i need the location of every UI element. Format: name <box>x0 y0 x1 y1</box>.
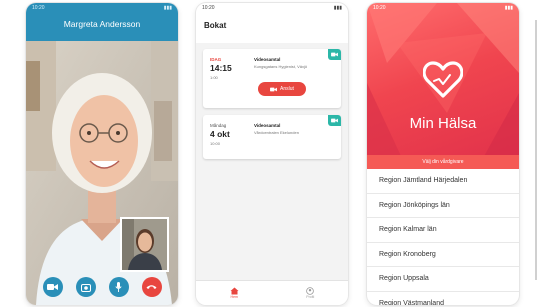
nav-profile-label: Profil <box>306 295 315 299</box>
signal-icon: ▮▮▮ <box>163 5 172 11</box>
region-item[interactable]: Region Kalmar län <box>367 218 519 243</box>
camera-icon <box>47 284 58 290</box>
caller-name: Margreta Andersson <box>63 19 141 29</box>
page-title: Bokat <box>204 21 227 30</box>
nav-profile[interactable]: Profil <box>306 287 314 299</box>
video-call-screen: 10:20 ▮▮▮ Margreta Andersson <box>26 3 178 305</box>
status-time: 10:20 <box>373 5 386 11</box>
booking-day: Måndag <box>210 123 227 128</box>
booking-place: Vårdcentralen Ekelunden <box>254 130 299 135</box>
status-bar: 10:20 ▮▮▮ <box>26 3 178 13</box>
switch-camera-icon <box>80 283 91 292</box>
video-badge <box>328 115 341 126</box>
video-icon <box>331 118 338 123</box>
video-badge <box>328 49 341 60</box>
region-select-screen: 10:20 ▮▮▮ Min Hälsa Välj din vårdgivare … <box>367 3 519 305</box>
region-item[interactable]: Region Västmanland <box>367 292 519 305</box>
microphone-button[interactable] <box>108 277 129 297</box>
status-bar: 10:20 ▮▮▮ <box>367 3 519 13</box>
microphone-icon <box>115 282 122 292</box>
booking-place: Kungsgatans Hygienist, Växjö <box>254 64 308 69</box>
video-icon <box>270 87 277 91</box>
region-item[interactable]: Region Kronoberg <box>367 243 519 267</box>
switch-camera-button[interactable] <box>75 277 96 297</box>
hang-up-button[interactable] <box>141 277 162 297</box>
region-item[interactable]: Region Jönköpings län <box>367 194 519 218</box>
bookings-screen: 10:20 ▮▮▮ Bokat IDAG 14:15 1:00 Videosam… <box>196 3 348 305</box>
camera-toggle-button[interactable] <box>42 277 63 297</box>
signal-icon: ▮▮▮ <box>333 5 342 11</box>
booking-duration: 1:00 <box>210 75 218 80</box>
call-controls <box>26 277 178 297</box>
booking-card-upcoming[interactable]: Måndag 4 okt 10:00 Videosamtal Vårdcentr… <box>203 115 341 159</box>
bookings-header: 10:20 ▮▮▮ Bokat <box>196 3 348 43</box>
hero-banner: 10:20 ▮▮▮ Min Hälsa <box>367 3 519 169</box>
signal-icon: ▮▮▮ <box>504 5 513 11</box>
booking-time: 14:15 <box>210 63 232 73</box>
app-title: Min Hälsa <box>409 115 477 132</box>
self-view-image <box>122 219 167 270</box>
nav-home-label: Hem <box>230 295 238 299</box>
booking-day: IDAG <box>210 57 222 62</box>
nav-home[interactable]: Hem <box>230 287 239 299</box>
bottom-navigation: Hem Profil <box>196 280 348 305</box>
self-view-video[interactable] <box>120 217 169 272</box>
booking-date: 4 okt <box>210 129 230 139</box>
join-button[interactable]: Anslut <box>258 82 306 96</box>
home-icon <box>230 287 239 295</box>
region-item[interactable]: Region Uppsala <box>367 267 519 292</box>
hang-up-icon <box>146 285 157 289</box>
booking-card-today[interactable]: IDAG 14:15 1:00 Videosamtal Kungsgatans … <box>203 49 341 108</box>
region-item[interactable]: Region Jämtland Härjedalen <box>367 169 519 194</box>
region-prompt: Välj din vårdgivare <box>367 155 519 169</box>
booking-type: Videosamtal <box>254 57 281 62</box>
join-label: Anslut <box>280 86 294 92</box>
call-header: 10:20 ▮▮▮ Margreta Andersson <box>26 3 178 41</box>
status-bar: 10:20 ▮▮▮ <box>196 3 348 13</box>
heart-logo-icon <box>423 61 463 98</box>
profile-icon <box>306 287 315 295</box>
booking-duration: 10:00 <box>210 141 221 146</box>
status-time: 10:20 <box>32 5 45 11</box>
region-list: Region Jämtland Härjedalen Region Jönköp… <box>367 169 519 305</box>
video-icon <box>331 52 338 57</box>
status-time: 10:20 <box>202 5 215 11</box>
booking-type: Videosamtal <box>254 123 281 128</box>
